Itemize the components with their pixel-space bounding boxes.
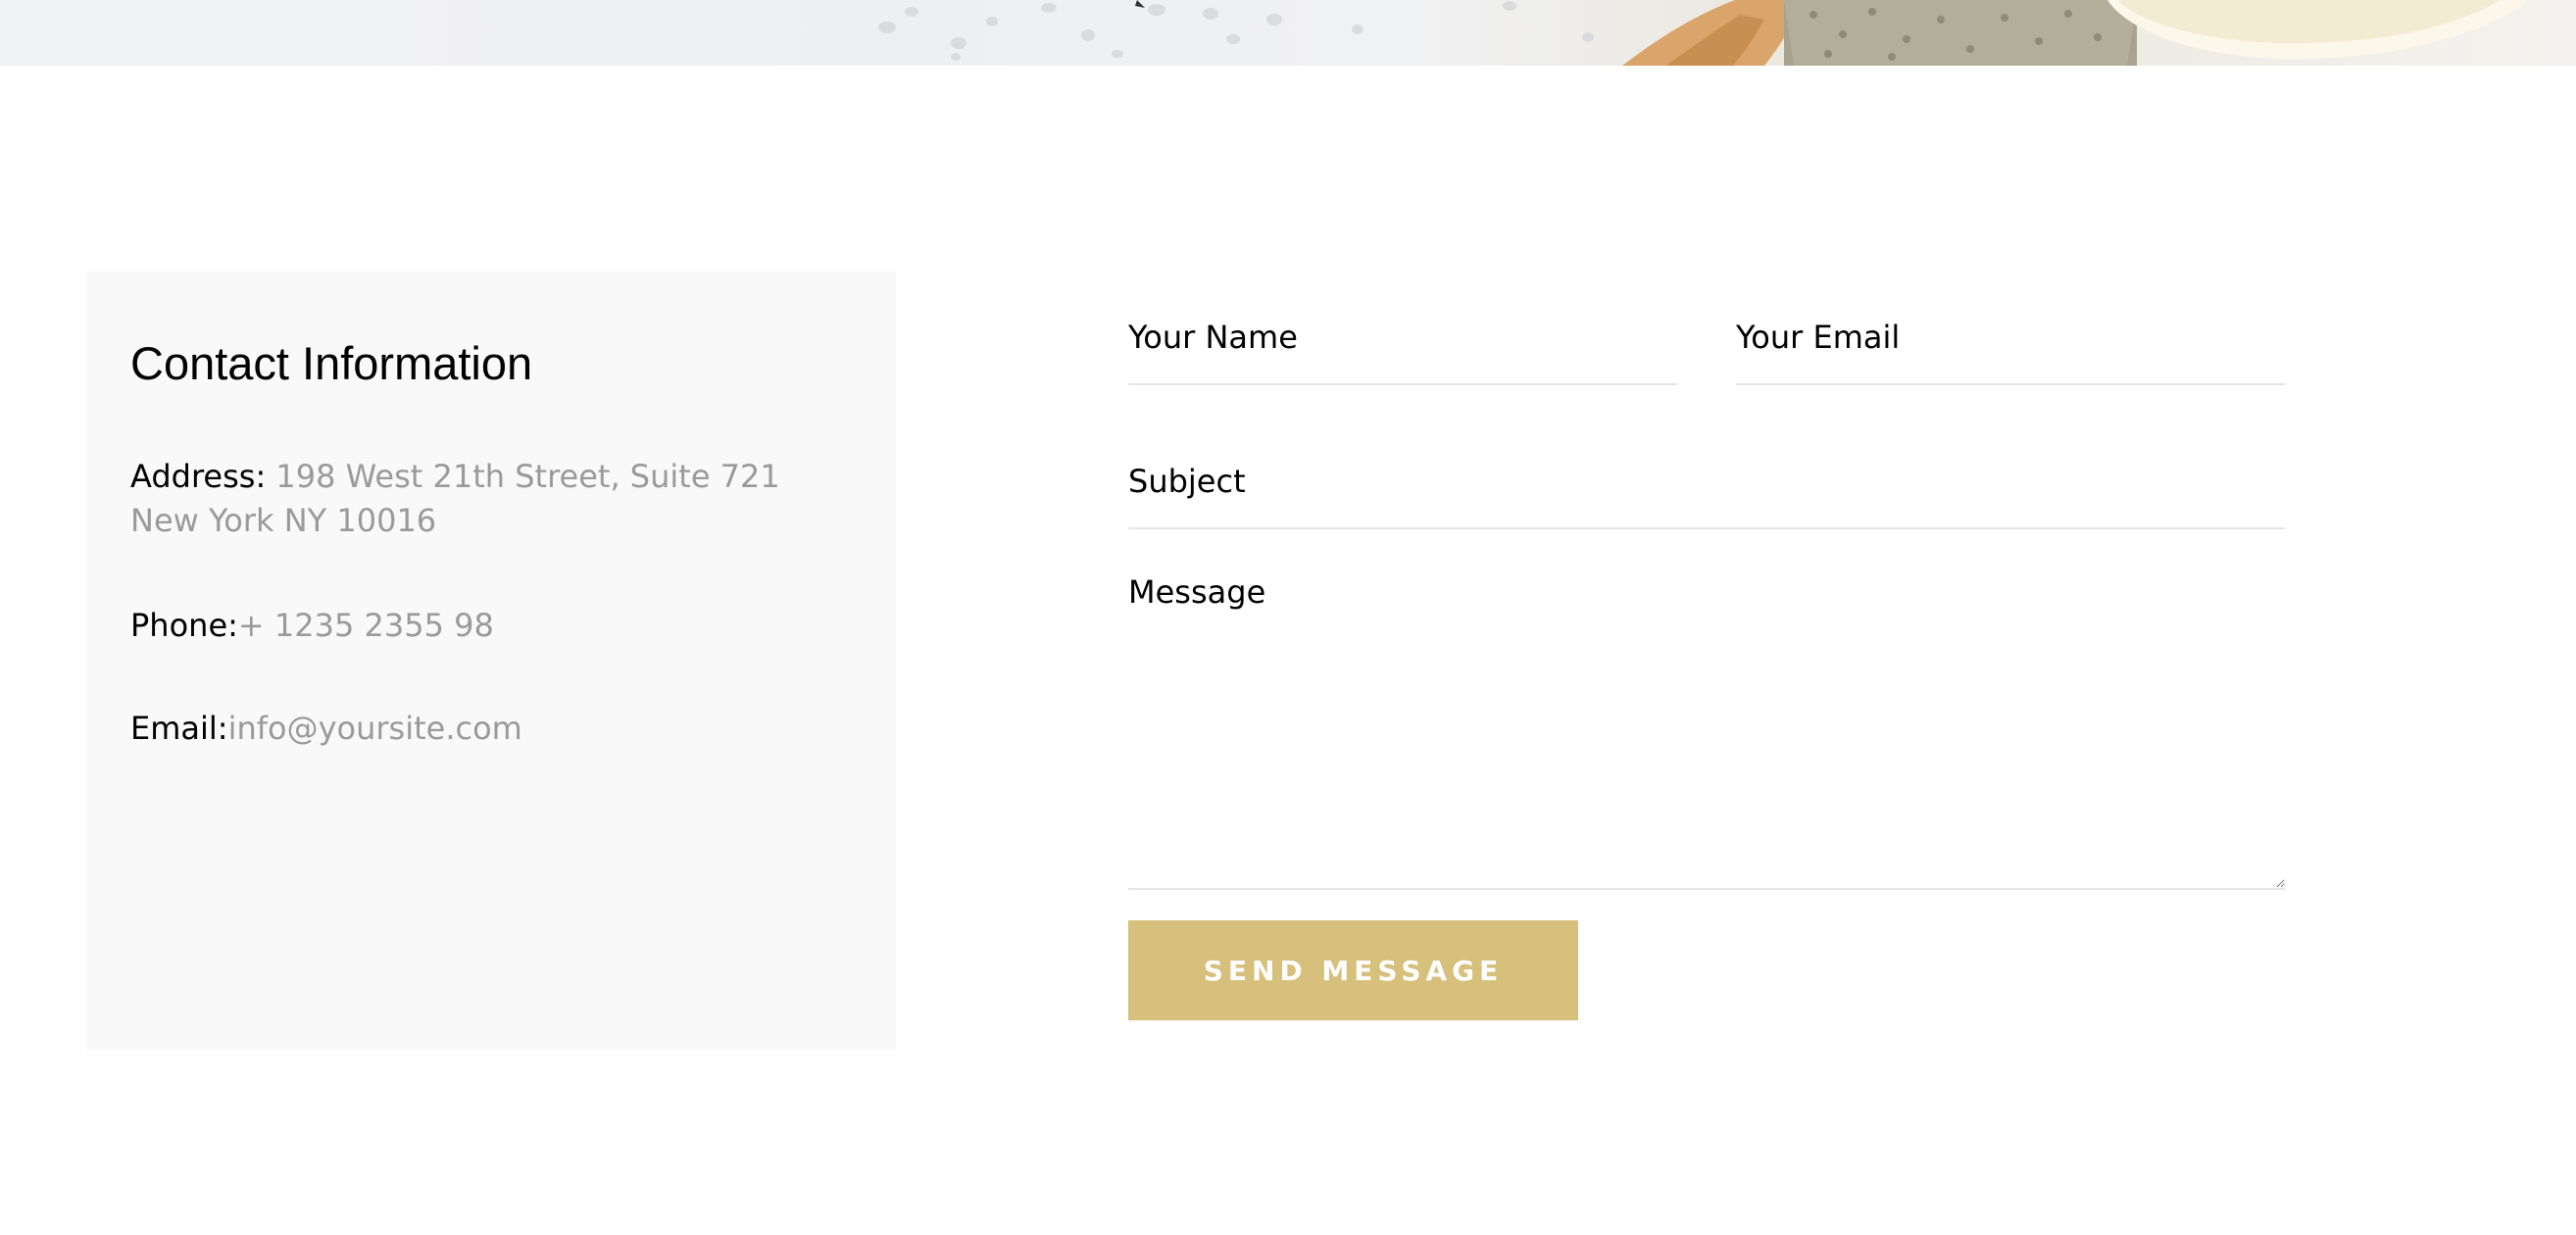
hero-banner-image [0, 0, 2576, 66]
contact-info-title: Contact Information [130, 337, 533, 389]
phone-label: Phone: [130, 607, 238, 644]
message-textarea[interactable] [1128, 551, 2285, 890]
phone-value: + 1235 2355 98 [237, 607, 494, 644]
email-line: Email:info@yoursite.com [130, 707, 856, 751]
contact-info-panel: Contact Information Address: 198 West 21… [86, 272, 896, 1050]
email-value: info@yoursite.com [227, 710, 522, 747]
subject-input[interactable] [1128, 426, 2285, 529]
email-input[interactable] [1736, 284, 2285, 385]
address-label: Address: [130, 458, 267, 495]
email-label: Email: [130, 710, 228, 747]
address-line: Address: 198 West 21th Street, Suite 721… [130, 455, 856, 543]
name-input[interactable] [1128, 284, 1677, 385]
contact-form: SEND MESSAGE [1128, 284, 2285, 1029]
send-message-button[interactable]: SEND MESSAGE [1128, 920, 1578, 1020]
spa-stones-photo [878, 0, 2529, 66]
phone-line: Phone:+ 1235 2355 98 [130, 604, 856, 648]
